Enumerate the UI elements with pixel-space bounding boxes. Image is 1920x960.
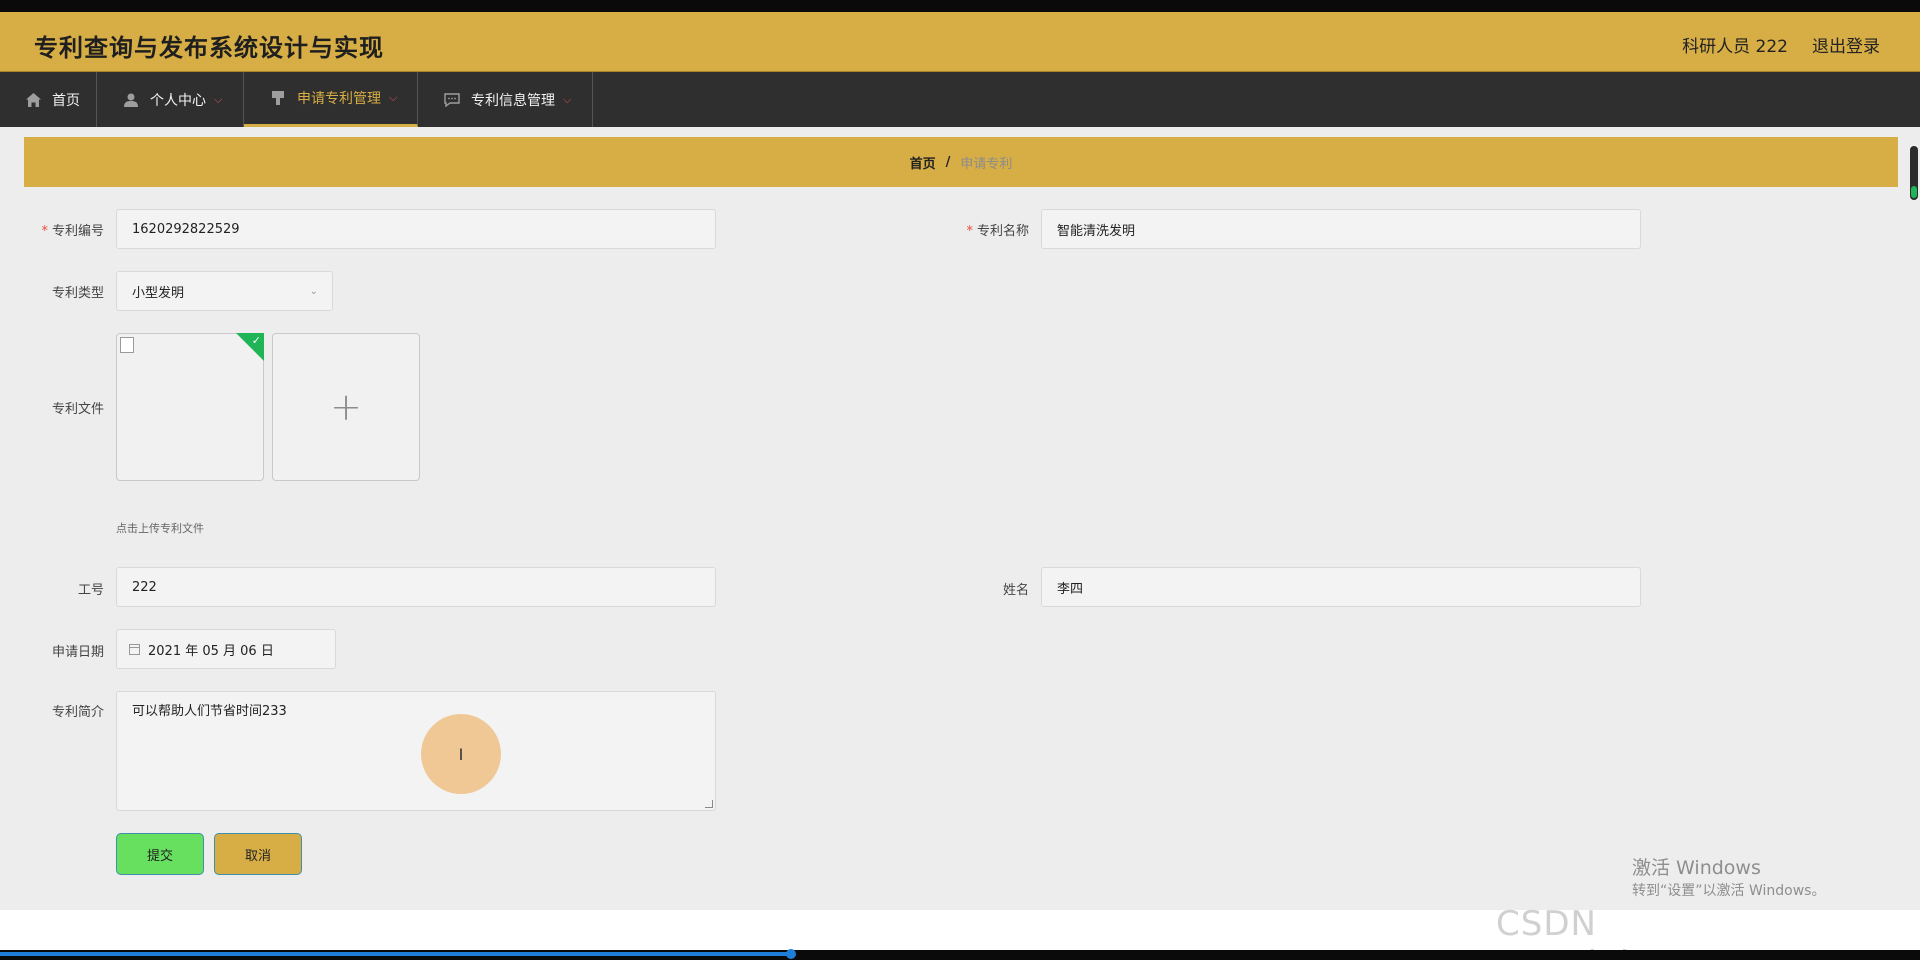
chat-icon: [443, 91, 461, 109]
uploaded-file-thumbnail[interactable]: ✓: [116, 333, 264, 481]
patent-file-label: 专利文件: [51, 402, 104, 417]
patent-no-label: * 专利编号: [41, 224, 104, 239]
date-label: 申请日期: [51, 645, 104, 660]
intro-label: 专利简介: [51, 705, 104, 720]
name-label: 姓名: [1002, 583, 1029, 598]
text-cursor-icon: I: [458, 744, 464, 764]
logout-link[interactable]: 退出登录: [1812, 32, 1880, 57]
windows-activation-title: 激活 Windows: [1632, 857, 1761, 879]
video-progress-handle[interactable]: [786, 949, 796, 959]
nav-label-patent-application: 申请专利管理: [297, 91, 381, 107]
app-title: 专利查询与发布系统设计与实现: [34, 34, 384, 62]
nav-label-home: 首页: [52, 92, 80, 109]
name-input[interactable]: 李四: [1041, 567, 1641, 607]
check-icon: ✓: [251, 334, 261, 347]
nav-item-patent-info[interactable]: 专利信息管理 ⌵: [418, 72, 593, 127]
cursor-highlight: I: [421, 714, 501, 794]
brush-icon: [269, 89, 287, 107]
current-user: 科研人员 222: [1682, 37, 1788, 57]
intro-textarea[interactable]: 可以帮助人们节省时间233: [116, 691, 716, 811]
nav-label-personal-center: 个人中心: [150, 92, 206, 109]
patent-no-input[interactable]: 1620292822529: [116, 209, 716, 249]
patent-type-select[interactable]: 小型发明 ⌄: [116, 271, 333, 311]
calendar-icon: [129, 643, 140, 655]
chevron-down-icon: ⌵: [389, 91, 398, 104]
nav-label-patent-info: 专利信息管理: [471, 92, 555, 109]
chevron-down-icon: ⌄: [309, 285, 318, 297]
submit-button[interactable]: 提交: [116, 833, 204, 875]
chevron-down-icon: ⌵: [563, 92, 572, 106]
windows-activation-subtitle: 转到“设置”以激活 Windows。: [1632, 883, 1826, 899]
upload-tip: 点击上传专利文件: [116, 522, 204, 535]
window-top-edge: [0, 0, 1920, 12]
patent-name-label: * 专利名称: [966, 224, 1029, 239]
breadcrumb: 首页 / 申请专利: [24, 137, 1898, 187]
video-progress-bar[interactable]: [0, 952, 790, 956]
intro-text: 可以帮助人们节省时间233: [132, 704, 287, 719]
home-icon: [24, 91, 42, 109]
cancel-button[interactable]: 取消: [214, 833, 302, 875]
nav-item-patent-application[interactable]: 申请专利管理 ⌵: [244, 72, 418, 127]
nav-item-personal-center[interactable]: 个人中心 ⌵: [97, 72, 244, 127]
user-icon: [122, 91, 140, 109]
patent-type-value: 小型发明: [132, 285, 185, 301]
breadcrumb-home[interactable]: 首页: [910, 153, 936, 172]
plus-icon: +: [330, 385, 362, 429]
patent-name-input[interactable]: 智能清洗发明: [1041, 209, 1641, 249]
upload-add-button[interactable]: +: [272, 333, 420, 481]
breadcrumb-current: 申请专利: [960, 156, 1013, 172]
breadcrumb-separator: /: [945, 154, 951, 170]
date-picker[interactable]: 2021 年 05 月 06 日: [116, 629, 336, 669]
main-nav: 首页 个人中心 ⌵ 申请专利管理 ⌵ 专利信息管理 ⌵: [0, 72, 1920, 127]
work-no-input[interactable]: 222: [116, 567, 716, 607]
broken-image-icon: [120, 337, 134, 353]
work-no-label: 工号: [77, 583, 104, 598]
resize-handle-icon[interactable]: [705, 800, 713, 808]
chevron-down-icon: ⌵: [214, 92, 223, 106]
patent-type-label: 专利类型: [51, 286, 104, 301]
scrollbar-indicator: [1911, 186, 1917, 198]
app-header: 专利查询与发布系统设计与实现 科研人员 222 退出登录: [0, 12, 1920, 72]
page-content: 首页 / 申请专利 * 专利编号 1620292822529 * 专利名称 智能清洗…: [0, 127, 1920, 910]
date-value: 2021 年 05 月 06 日: [148, 643, 274, 659]
nav-item-home[interactable]: 首页: [0, 72, 97, 127]
